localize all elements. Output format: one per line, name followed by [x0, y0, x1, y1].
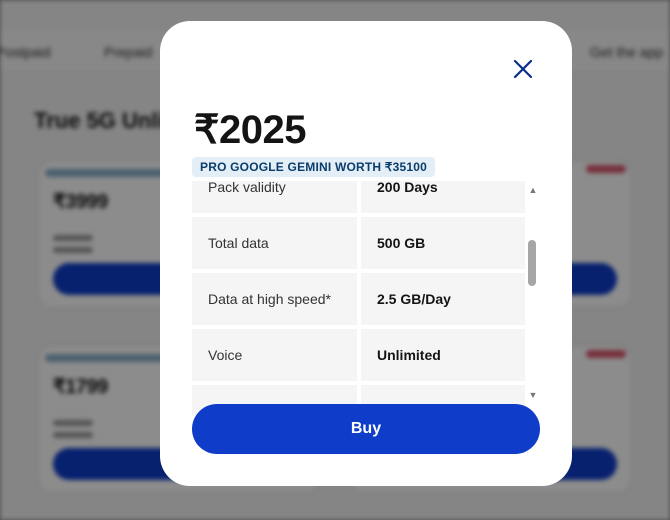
scroll-up-arrow-icon[interactable]: ▲ [528, 185, 538, 195]
scrollbar-thumb[interactable] [528, 240, 536, 286]
detail-value: Unlimited [361, 329, 525, 381]
detail-row: Voice Unlimited [192, 329, 526, 381]
detail-value: 200 Days [361, 181, 525, 213]
detail-value: 500 GB [361, 217, 525, 269]
detail-row: Pack validity 200 Days [192, 181, 526, 213]
plan-details-table[interactable]: Pack validity 200 Days Total data 500 GB… [192, 181, 526, 415]
scroll-down-arrow-icon[interactable]: ▼ [528, 390, 538, 400]
detail-label: Total data [192, 217, 357, 269]
detail-value: 2.5 GB/Day [361, 273, 525, 325]
detail-label: Voice [192, 329, 357, 381]
plan-price: ₹2025 [194, 108, 306, 152]
close-icon [513, 59, 533, 79]
close-button[interactable] [511, 57, 535, 81]
detail-row: Total data 500 GB [192, 217, 526, 269]
plan-details-modal: ₹2025 PRO GOOGLE GEMINI WORTH ₹35100 Pac… [160, 21, 572, 486]
detail-label: Pack validity [192, 181, 357, 213]
detail-label: Data at high speed* [192, 273, 357, 325]
promo-badge: PRO GOOGLE GEMINI WORTH ₹35100 [192, 157, 436, 177]
detail-row: Data at high speed* 2.5 GB/Day [192, 273, 526, 325]
buy-button[interactable]: Buy [192, 404, 540, 454]
details-scrollbar[interactable]: ▲ ▼ [526, 181, 540, 403]
